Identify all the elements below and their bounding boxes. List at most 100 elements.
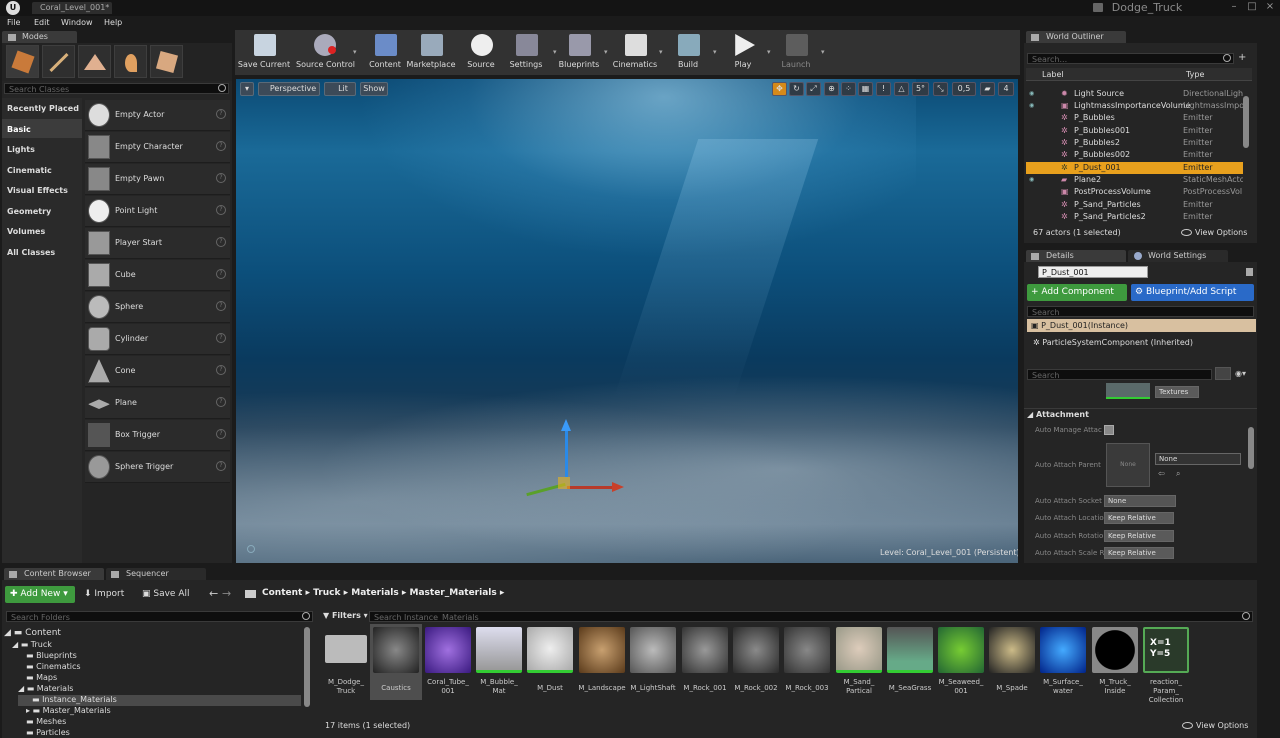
help-icon[interactable]: ? (216, 461, 226, 471)
level-viewport[interactable]: ▾ Perspective Lit Show ✥ ↻ ⤢ ⊕ ⁘ ▦ ! △ 5… (236, 79, 1018, 563)
search-assets-input[interactable]: Search Instance_Materials (369, 611, 1253, 622)
camera-speed-value[interactable]: 4 (998, 82, 1014, 96)
breadcrumb-master-materials[interactable]: Master_Materials (410, 588, 497, 598)
translate-icon[interactable]: ✥ (772, 82, 787, 96)
blueprints-button[interactable]: Blueprints (551, 30, 607, 75)
tree-item-master-materials[interactable]: ▸ ▬ Master_Materials (26, 706, 111, 717)
breadcrumb-truck[interactable]: Truck (313, 588, 340, 598)
asset-thumb-truck-inside[interactable] (1092, 627, 1138, 673)
outliner-row[interactable]: ✲ P_Bubbles002 Emitter (1026, 149, 1243, 161)
outliner-search-input[interactable]: Search... (1027, 53, 1234, 64)
help-icon[interactable]: ? (216, 237, 226, 247)
outliner-view-options[interactable]: View Options (1195, 228, 1247, 237)
launch-dropdown[interactable]: ▾ (821, 48, 829, 56)
category-volumes[interactable]: Volumes (2, 221, 82, 240)
attachment-section[interactable]: ◢ Attachment (1024, 408, 1257, 420)
table-view-icon[interactable] (1215, 367, 1231, 380)
outliner-row[interactable]: ◉ ▣ LightmassImportanceVolume LightmassImpo (1026, 100, 1243, 112)
asset-thumb-sand-partical[interactable] (836, 627, 882, 673)
help-icon[interactable]: ? (216, 269, 226, 279)
category-cinematic[interactable]: Cinematic (2, 160, 82, 179)
outliner-row[interactable]: ✲ P_Bubbles2 Emitter (1026, 137, 1243, 149)
help-icon[interactable]: ? (216, 397, 226, 407)
auto-manage-attachment-checkbox[interactable] (1104, 425, 1114, 435)
help-icon[interactable]: ? (216, 141, 226, 151)
gizmo-x-axis[interactable] (567, 486, 615, 489)
breadcrumb-materials[interactable]: Materials (351, 588, 398, 598)
asset-thumb-rock-002[interactable] (733, 627, 779, 673)
forward-arrow-icon[interactable]: → (222, 587, 231, 600)
rotation-snap-icon[interactable]: △ (894, 82, 909, 96)
scale-snap-value[interactable]: 0,5 (952, 82, 976, 96)
import-button[interactable]: ⬇ Import (82, 586, 134, 603)
asset-thumb-seagrass[interactable] (887, 627, 933, 673)
menu-window[interactable]: Window (61, 18, 93, 27)
place-item-empty-actor[interactable]: Empty Actor? (85, 100, 230, 131)
place-item-box-trigger[interactable]: Box Trigger? (85, 420, 230, 451)
grid-size-icon[interactable]: ! (876, 82, 891, 96)
place-item-cube[interactable]: Cube? (85, 260, 230, 291)
asset-thumb-spade[interactable] (989, 627, 1035, 673)
place-mode-icon[interactable] (6, 45, 39, 78)
viewport-options-button[interactable]: ▾ (240, 82, 254, 96)
parent-thumbnail[interactable]: None (1106, 443, 1150, 487)
landscape-mode-icon[interactable] (78, 45, 111, 78)
camera-speed-icon[interactable]: ▰ (980, 82, 995, 96)
rotation-snap-value[interactable]: 5° (912, 82, 929, 96)
tree-item-cinematics[interactable]: ▬ Cinematics (26, 662, 81, 673)
asset-thumb-landscape[interactable] (579, 627, 625, 673)
details-search-input[interactable]: Search (1027, 369, 1212, 380)
level-tab[interactable]: Coral_Level_001* (32, 2, 112, 14)
auto-attach-socket-field[interactable]: None (1104, 495, 1176, 507)
search-icon[interactable]: ⌕ (1176, 469, 1180, 479)
type-column-header[interactable]: Type (1186, 70, 1204, 79)
asset-thumb-seaweed[interactable] (938, 627, 984, 673)
asset-thumb-rock-003[interactable] (784, 627, 830, 673)
help-icon[interactable]: ? (216, 365, 226, 375)
minimize-icon[interactable]: – (1226, 0, 1242, 14)
sequencer-tab[interactable]: Sequencer (106, 568, 206, 580)
component-search-input[interactable]: Search (1027, 306, 1254, 317)
help-icon[interactable]: ? (216, 333, 226, 343)
place-item-sphere-trigger[interactable]: Sphere Trigger? (85, 452, 230, 483)
geometry-mode-icon[interactable] (150, 45, 183, 78)
eye-icon[interactable]: ◉ (1029, 90, 1037, 97)
marketplace-button[interactable]: Marketplace (403, 30, 459, 75)
search-folders-input[interactable]: Search Folders (6, 611, 313, 622)
place-item-empty-character[interactable]: Empty Character? (85, 132, 230, 163)
breadcrumb-content[interactable]: Content (262, 588, 302, 598)
rotate-icon[interactable]: ↻ (789, 82, 804, 96)
tree-scrollbar[interactable] (304, 627, 310, 707)
back-arrow-icon[interactable]: ← (209, 587, 218, 600)
help-icon[interactable]: ? (216, 301, 226, 311)
place-item-plane[interactable]: Plane? (85, 388, 230, 419)
category-all-classes[interactable]: All Classes (2, 242, 82, 261)
outliner-row[interactable]: ▣ PostProcessVolume PostProcessVol (1026, 186, 1243, 198)
outliner-scrollbar[interactable] (1243, 96, 1249, 148)
world-settings-tab[interactable]: World Settings (1128, 250, 1228, 262)
content-view-options[interactable]: View Options (1196, 721, 1248, 730)
lit-button[interactable]: Lit (324, 82, 356, 96)
browse-arrow-icon[interactable]: ⇦ (1158, 469, 1165, 478)
label-column-header[interactable]: Label (1042, 70, 1064, 79)
help-icon[interactable]: ? (216, 429, 226, 439)
actor-name-field[interactable]: P_Dust_001 (1038, 266, 1148, 278)
category-recently-placed[interactable]: Recently Placed (2, 98, 82, 117)
help-icon[interactable]: ? (216, 109, 226, 119)
settings-button[interactable]: Settings (498, 30, 554, 75)
perspective-button[interactable]: Perspective (258, 82, 320, 96)
surface-snap-icon[interactable]: ⁘ (841, 82, 856, 96)
instance-row[interactable]: ▣ P_Dust_001(Instance) (1027, 319, 1256, 332)
eye-dropdown-icon[interactable]: ◉▾ (1235, 369, 1253, 379)
add-new-button[interactable]: ✚ Add New ▾ (5, 586, 75, 603)
maximize-icon[interactable]: □ (1244, 0, 1260, 14)
outliner-row[interactable]: ✲ P_Sand_Particles Emitter (1026, 199, 1243, 211)
grid-snap-icon[interactable]: ▦ (858, 82, 873, 96)
category-visual-effects[interactable]: Visual Effects (2, 180, 82, 199)
asset-thumb-bubble[interactable] (476, 627, 522, 673)
category-basic[interactable]: Basic (2, 119, 82, 138)
place-item-empty-pawn[interactable]: Empty Pawn? (85, 164, 230, 195)
menu-edit[interactable]: Edit (34, 18, 50, 27)
asset-thumb-coral-tube[interactable] (425, 627, 471, 673)
place-item-player-start[interactable]: Player Start? (85, 228, 230, 259)
